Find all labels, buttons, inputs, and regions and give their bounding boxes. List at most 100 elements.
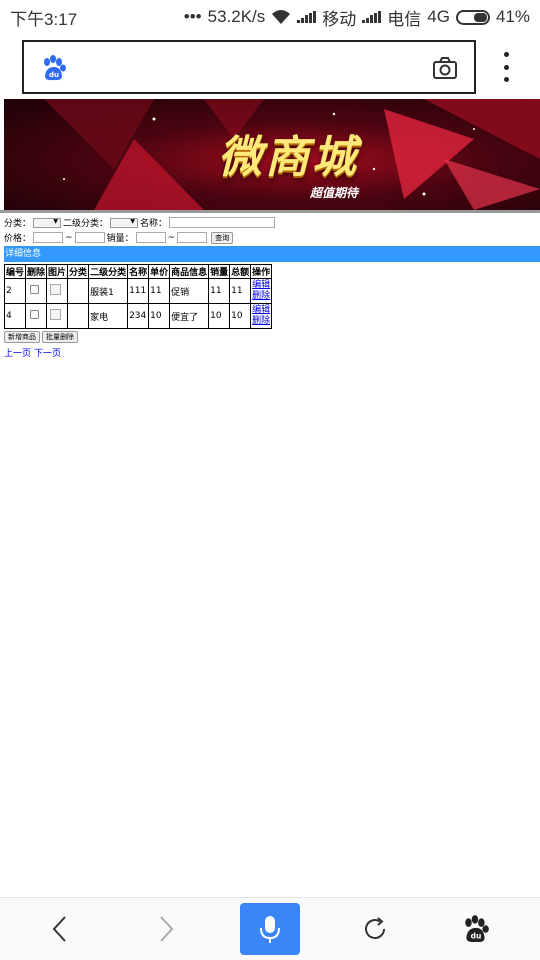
delete-link[interactable]: 删除 [252, 316, 270, 327]
status-dots: ••• [183, 7, 202, 26]
status-time: 下午3:17 [10, 9, 78, 29]
svg-text:du: du [49, 71, 59, 79]
divider [0, 210, 540, 213]
cell-actions: 编辑 删除 [250, 278, 273, 304]
detail-header: 详细信息 [4, 246, 540, 262]
col-header: 销量 [208, 264, 231, 279]
col-header: 名称 [127, 264, 150, 279]
col-header: 删除 [25, 264, 48, 279]
cell-id: 2 [3, 278, 27, 304]
cell-total: 11 [229, 278, 252, 304]
baidu-paw-icon: du [465, 915, 489, 943]
cell-total: 10 [229, 303, 252, 329]
cell-name: 111 [127, 278, 150, 304]
price-min-input[interactable] [33, 232, 64, 243]
name-input[interactable] [169, 217, 276, 228]
baidu-home-button[interactable]: du [446, 904, 506, 954]
col-header: 单价 [148, 264, 171, 279]
forward-button[interactable] [136, 904, 196, 954]
edit-link[interactable]: 编辑 [252, 305, 270, 316]
delete-checkbox[interactable] [30, 310, 40, 319]
table-header-row: 编号 删除 图片 分类 二级分类 名称 单价 商品信息 销量 总额 操作 [3, 264, 273, 279]
broken-image-icon [50, 284, 62, 295]
back-button[interactable] [30, 904, 90, 954]
table-row: 2 服装1 111 11 促销 11 11 编辑 删除 [3, 278, 273, 304]
cell-info: 便宜了 [169, 303, 210, 329]
sales-label: 销量： [106, 234, 134, 244]
cell-sales: 10 [208, 303, 231, 329]
signal-icon [297, 11, 317, 23]
col-header: 图片 [46, 264, 69, 279]
cell-category [67, 278, 90, 304]
subcategory-select[interactable] [110, 217, 139, 228]
network-type: 4G [427, 7, 450, 26]
col-header: 操作 [250, 264, 273, 279]
voice-search-button[interactable] [240, 903, 300, 955]
col-header: 编号 [3, 264, 27, 279]
cell-subcategory: 服装1 [88, 278, 129, 304]
sales-min-input[interactable] [135, 232, 166, 243]
prev-page-link[interactable]: 上一页 [4, 349, 31, 359]
cell-category [67, 303, 90, 329]
cell-price: 10 [148, 303, 171, 329]
main-content: 分类： 二级分类： 名称： 价格： ~ 销量： ~ 查询 详细信息 编号 删除 … [3, 216, 540, 359]
carrier-1: 移动 [322, 9, 357, 29]
col-header: 二级分类 [88, 264, 129, 279]
status-bar: 下午3:17 ••• 53.2K/s 移动 电信 4G 41% [0, 0, 540, 34]
sales-range-sep: ~ [167, 232, 176, 243]
broken-image-icon [50, 309, 62, 320]
col-header: 分类 [67, 264, 90, 279]
col-header: 商品信息 [169, 264, 210, 279]
camera-icon[interactable] [432, 55, 458, 81]
refresh-button[interactable] [345, 904, 405, 954]
name-label: 名称： [140, 219, 168, 229]
sales-max-input[interactable] [177, 232, 208, 243]
col-header: 总额 [229, 264, 252, 279]
wifi-icon [272, 10, 291, 24]
category-select[interactable] [33, 217, 62, 228]
cell-actions: 编辑 删除 [250, 303, 273, 329]
cell-id: 4 [3, 303, 27, 329]
subcategory-label: 二级分类： [63, 219, 109, 229]
refresh-icon [365, 917, 385, 939]
price-range-sep: ~ [65, 232, 73, 243]
svg-text:du: du [471, 932, 482, 941]
delete-checkbox[interactable] [30, 285, 40, 294]
action-buttons: 新增商品 批量删除 [4, 331, 540, 343]
cell-price: 11 [148, 278, 171, 304]
category-label: 分类： [4, 219, 32, 229]
cell-delete [25, 303, 48, 329]
table-row: 4 家电 234 10 便宜了 10 10 编辑 删除 [3, 303, 273, 329]
signal-icon-2 [362, 11, 382, 23]
filter-row-1: 分类： 二级分类： 名称： [4, 216, 540, 229]
microphone-icon [260, 916, 280, 943]
cell-sales: 11 [208, 278, 231, 304]
batch-delete-button[interactable]: 批量删除 [42, 331, 78, 343]
banner-subtitle: 超值期待 [310, 186, 359, 200]
battery-icon [455, 9, 490, 25]
cell-info: 促销 [169, 278, 210, 304]
baidu-paw-icon: du [44, 55, 66, 81]
cell-subcategory: 家电 [88, 303, 129, 329]
cell-image [46, 278, 69, 304]
network-speed: 53.2K/s [207, 7, 266, 26]
banner-title: 微商城 [218, 132, 359, 183]
carrier-2: 电信 [387, 9, 422, 29]
chevron-left-icon [52, 916, 66, 942]
search-bar[interactable]: du [22, 40, 476, 94]
cell-name: 234 [127, 303, 150, 329]
filter-row-2: 价格： ~ 销量： ~ 查询 [4, 231, 540, 244]
edit-link[interactable]: 编辑 [252, 280, 270, 291]
price-label: 价格： [4, 234, 32, 244]
product-table: 编号 删除 图片 分类 二级分类 名称 单价 商品信息 销量 总额 操作 2 服… [3, 264, 273, 329]
more-menu-icon[interactable] [494, 52, 518, 82]
query-button[interactable]: 查询 [211, 231, 234, 244]
price-max-input[interactable] [74, 232, 105, 243]
cell-delete [25, 278, 48, 304]
banner-image: 微商城 超值期待 [4, 99, 540, 210]
delete-link[interactable]: 删除 [252, 291, 270, 302]
add-product-button[interactable]: 新增商品 [4, 331, 40, 343]
next-page-link[interactable]: 下一页 [34, 349, 61, 359]
cell-image [46, 303, 69, 329]
battery-level: 41% [495, 7, 530, 26]
